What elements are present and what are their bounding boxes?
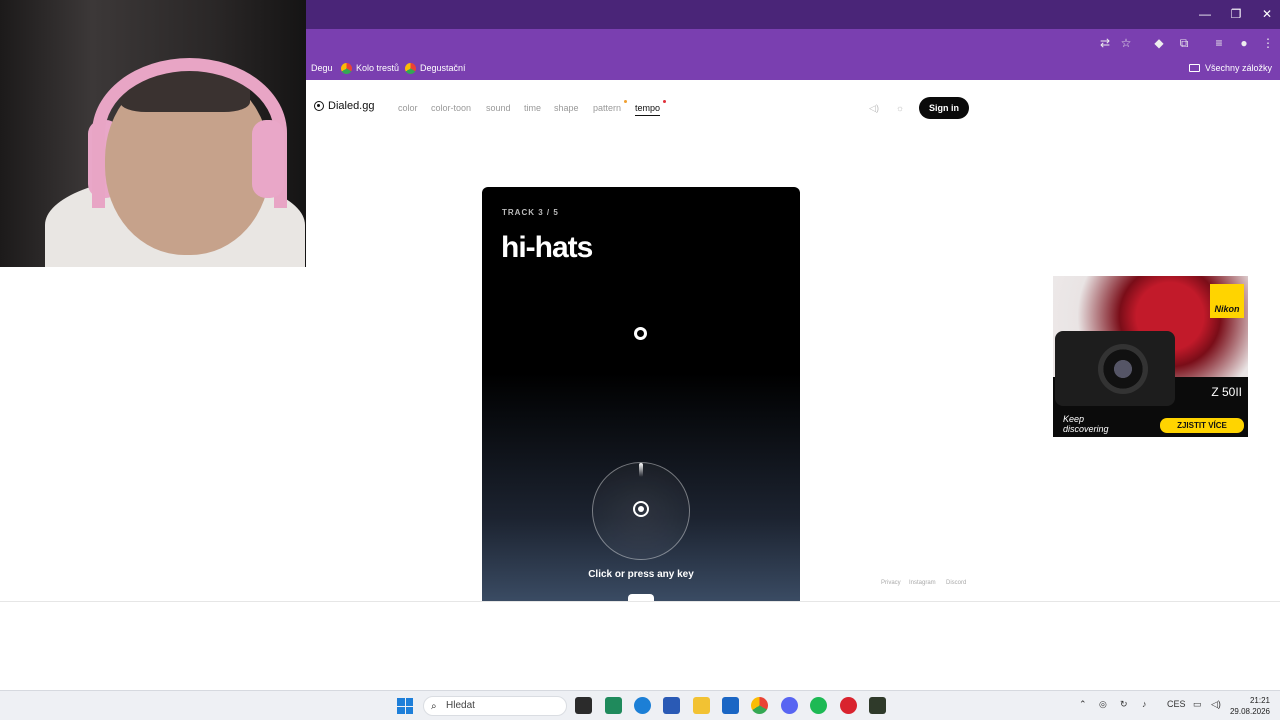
teams-icon[interactable] xyxy=(605,697,622,714)
all-bookmarks-button[interactable]: Všechny záložky xyxy=(1188,60,1272,76)
nikon-logo: Nikon xyxy=(1210,284,1244,318)
tray-volume-icon[interactable]: ◁) xyxy=(1211,699,1221,710)
nav-link-tempo[interactable]: tempo xyxy=(635,103,661,116)
extensions-puzzle-icon[interactable]: ⧉ xyxy=(1175,34,1193,52)
tray-mic-icon[interactable]: ♪ xyxy=(1142,699,1147,709)
game-card[interactable]: TRACK 3 / 5 hi-hats Click or press any k… xyxy=(482,187,800,601)
ad-cta-button[interactable]: ZJISTIT VÍCE xyxy=(1160,418,1244,433)
beat-indicator xyxy=(634,327,647,340)
nav-link-time[interactable]: time xyxy=(524,103,541,113)
nav-link-color[interactable]: color xyxy=(398,103,418,113)
nav-link-color-toon[interactable]: color-toon xyxy=(431,103,471,113)
bookmark-item[interactable]: Degu xyxy=(311,60,333,76)
windows-taskbar: ⌕ Hledat ⌃ ◎ ↻ ♪ CES ▭ ◁) 21:21 29.08.20… xyxy=(0,690,1280,720)
headphone-cup-right xyxy=(252,120,284,198)
track-title: hi-hats xyxy=(501,231,593,264)
bookmark-label: Degu xyxy=(311,63,333,73)
lower-page-area xyxy=(0,601,1280,691)
drawer-handle[interactable] xyxy=(628,594,654,601)
windows-start-icon[interactable] xyxy=(397,698,413,714)
spotify-icon[interactable] xyxy=(810,697,827,714)
theme-toggle-icon[interactable]: ☼ xyxy=(894,102,906,114)
app-dark-icon[interactable] xyxy=(869,697,886,714)
footer-link-privacy[interactable]: Privacy xyxy=(881,580,901,586)
ad-tagline: Keep discovering xyxy=(1063,414,1109,434)
all-bookmarks-label: Všechny záložky xyxy=(1204,63,1272,73)
dial-logo-icon xyxy=(314,101,324,111)
dial-needle xyxy=(639,463,643,477)
bookmark-star-icon[interactable]: ☆ xyxy=(1117,34,1135,52)
bookmark-item[interactable]: Degustační xyxy=(405,60,466,76)
chrome-favicon-icon xyxy=(341,62,352,74)
chrome-icon[interactable] xyxy=(751,697,768,714)
translate-icon[interactable]: ⇄ xyxy=(1096,34,1114,52)
footer-link-instagram[interactable]: Instagram xyxy=(909,580,936,586)
minimize-button[interactable]: — xyxy=(1190,4,1220,24)
nav-link-shape[interactable]: shape xyxy=(554,103,579,113)
tray-network-app-icon[interactable]: ◎ xyxy=(1099,699,1107,710)
ad-tagline-line1: Keep xyxy=(1063,414,1085,424)
file-explorer-icon[interactable] xyxy=(693,697,710,714)
tray-sync-icon[interactable]: ↻ xyxy=(1120,699,1128,710)
chrome-favicon-icon xyxy=(405,62,416,74)
bookmark-item[interactable]: Kolo trestů xyxy=(341,60,399,76)
bookmark-label: Kolo trestů xyxy=(356,63,400,73)
tap-instruction: Click or press any key xyxy=(588,569,694,580)
nav-link-sound[interactable]: sound xyxy=(486,103,511,113)
clock-date: 29.08.2026 xyxy=(1229,707,1270,716)
browser-menu-icon[interactable]: ⋮ xyxy=(1259,34,1277,52)
sign-in-button[interactable]: Sign in xyxy=(919,97,969,119)
discord-icon[interactable] xyxy=(781,697,798,714)
language-indicator[interactable]: CES xyxy=(1167,699,1186,709)
ad-model: Z 50II xyxy=(1211,385,1242,399)
search-icon: ⌕ xyxy=(431,701,437,712)
nav-link-pattern[interactable]: pattern xyxy=(593,103,621,113)
webcam-overlay xyxy=(0,0,306,267)
restore-button[interactable]: ❐ xyxy=(1221,4,1251,24)
outlook-icon[interactable] xyxy=(722,697,739,714)
taskbar-search-input[interactable]: ⌕ Hledat xyxy=(423,696,567,716)
taskbar-clock[interactable]: 21:21 29.08.2026 xyxy=(1230,695,1270,717)
clock-time: 21:21 xyxy=(1249,696,1270,705)
search-placeholder: Hledat xyxy=(446,700,475,711)
track-counter: TRACK 3 / 5 xyxy=(502,208,559,217)
site-logo[interactable]: Dialed.gg xyxy=(314,100,374,112)
reading-list-icon[interactable]: ≡ xyxy=(1210,34,1228,52)
site-name: Dialed.gg xyxy=(328,100,375,112)
edge-icon[interactable] xyxy=(634,697,651,714)
dial-logo-icon xyxy=(633,501,649,517)
app-red-icon[interactable] xyxy=(840,697,857,714)
new-badge-dot xyxy=(663,100,666,103)
extension-icon[interactable]: ◆ xyxy=(1150,34,1168,52)
bookmark-label: Degustační xyxy=(420,63,466,73)
close-window-button[interactable]: ✕ xyxy=(1252,4,1280,24)
footer-link-discord[interactable]: Discord xyxy=(946,580,966,586)
camera-lens-image xyxy=(1098,344,1148,394)
folder-icon xyxy=(1188,64,1200,72)
profile-avatar[interactable]: ● xyxy=(1235,34,1253,52)
nikon-advertisement[interactable]: Nikon Z 50II Keep discovering ZJISTIT VÍC… xyxy=(1053,276,1248,437)
ad-tagline-line2: discovering xyxy=(1063,424,1109,434)
task-view-icon[interactable] xyxy=(575,697,592,714)
tray-overflow-icon[interactable]: ⌃ xyxy=(1079,699,1087,710)
tray-display-icon[interactable]: ▭ xyxy=(1193,699,1202,710)
tap-dial-button[interactable] xyxy=(592,462,690,560)
sound-toggle-icon[interactable]: ◁) xyxy=(868,102,880,114)
store-icon[interactable] xyxy=(663,697,680,714)
new-badge-dot xyxy=(624,100,627,103)
